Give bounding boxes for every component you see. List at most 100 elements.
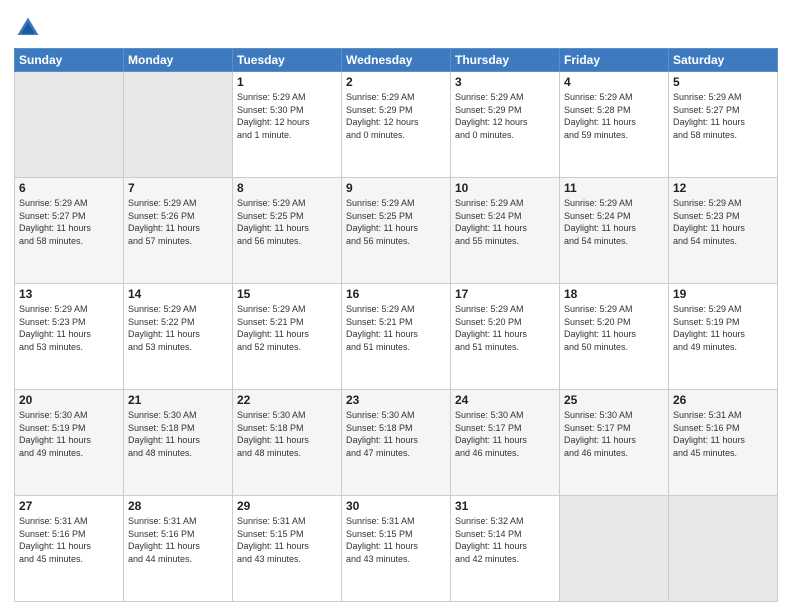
day-number: 30: [346, 499, 446, 513]
day-number: 1: [237, 75, 337, 89]
calendar-header-friday: Friday: [560, 49, 669, 72]
day-number: 25: [564, 393, 664, 407]
day-info: Sunrise: 5:30 AM Sunset: 5:17 PM Dayligh…: [455, 409, 555, 459]
day-info: Sunrise: 5:30 AM Sunset: 5:18 PM Dayligh…: [237, 409, 337, 459]
calendar-cell: 10 Sunrise: 5:29 AM Sunset: 5:24 PM Dayli…: [451, 178, 560, 284]
calendar-week-4: 20Sunrise: 5:30 AM Sunset: 5:19 PM Dayli…: [15, 390, 778, 496]
calendar-week-5: 27 Sunrise: 5:31 AM Sunset: 5:16 PM Dayli…: [15, 496, 778, 602]
day-info: Sunrise: 5:31 AM Sunset: 5:16 PM Dayligh…: [128, 515, 228, 565]
calendar-cell: 1 Sunrise: 5:29 AM Sunset: 5:30 PM Daylig…: [233, 72, 342, 178]
calendar-cell: 12 Sunrise: 5:29 AM Sunset: 5:23 PM Dayli…: [669, 178, 778, 284]
day-info: Sunrise: 5:29 AM Sunset: 5:25 PM Dayligh…: [346, 197, 446, 247]
day-number: 7: [128, 181, 228, 195]
calendar-cell: 16 Sunrise: 5:29 AM Sunset: 5:21 PM Dayli…: [342, 284, 451, 390]
calendar-cell: 25 Sunrise: 5:30 AM Sunset: 5:17 PM Dayli…: [560, 390, 669, 496]
day-info: Sunrise: 5:29 AM Sunset: 5:24 PM Dayligh…: [455, 197, 555, 247]
calendar-cell: 26 Sunrise: 5:31 AM Sunset: 5:16 PM Dayli…: [669, 390, 778, 496]
day-info: Sunrise: 5:29 AM Sunset: 5:27 PM Dayligh…: [19, 197, 119, 247]
day-info: Sunrise: 5:29 AM Sunset: 5:30 PM Dayligh…: [237, 91, 337, 141]
day-number: 9: [346, 181, 446, 195]
day-number: 4: [564, 75, 664, 89]
calendar-cell: 7Sunrise: 5:29 AM Sunset: 5:26 PM Daylig…: [124, 178, 233, 284]
logo: [14, 14, 46, 42]
day-info: Sunrise: 5:29 AM Sunset: 5:21 PM Dayligh…: [237, 303, 337, 353]
day-info: Sunrise: 5:29 AM Sunset: 5:20 PM Dayligh…: [564, 303, 664, 353]
day-number: 16: [346, 287, 446, 301]
day-number: 19: [673, 287, 773, 301]
day-number: 26: [673, 393, 773, 407]
calendar-cell: 31 Sunrise: 5:32 AM Sunset: 5:14 PM Dayli…: [451, 496, 560, 602]
day-info: Sunrise: 5:29 AM Sunset: 5:19 PM Dayligh…: [673, 303, 773, 353]
calendar-cell: 6 Sunrise: 5:29 AM Sunset: 5:27 PM Daylig…: [15, 178, 124, 284]
calendar-cell: 20Sunrise: 5:30 AM Sunset: 5:19 PM Dayli…: [15, 390, 124, 496]
day-number: 22: [237, 393, 337, 407]
day-number: 24: [455, 393, 555, 407]
page: SundayMondayTuesdayWednesdayThursdayFrid…: [0, 0, 792, 612]
day-number: 3: [455, 75, 555, 89]
calendar-cell: 13 Sunrise: 5:29 AM Sunset: 5:23 PM Dayli…: [15, 284, 124, 390]
day-number: 23: [346, 393, 446, 407]
calendar-cell: 5Sunrise: 5:29 AM Sunset: 5:27 PM Daylig…: [669, 72, 778, 178]
day-number: 15: [237, 287, 337, 301]
day-info: Sunrise: 5:32 AM Sunset: 5:14 PM Dayligh…: [455, 515, 555, 565]
day-number: 27: [19, 499, 119, 513]
day-number: 8: [237, 181, 337, 195]
calendar-cell: [124, 72, 233, 178]
calendar-cell: 23 Sunrise: 5:30 AM Sunset: 5:18 PM Dayli…: [342, 390, 451, 496]
calendar-cell: 30 Sunrise: 5:31 AM Sunset: 5:15 PM Dayli…: [342, 496, 451, 602]
day-number: 29: [237, 499, 337, 513]
calendar-week-1: 1 Sunrise: 5:29 AM Sunset: 5:30 PM Daylig…: [15, 72, 778, 178]
day-info: Sunrise: 5:31 AM Sunset: 5:15 PM Dayligh…: [237, 515, 337, 565]
calendar-cell: 15 Sunrise: 5:29 AM Sunset: 5:21 PM Dayli…: [233, 284, 342, 390]
calendar-cell: [560, 496, 669, 602]
day-info: Sunrise: 5:31 AM Sunset: 5:15 PM Dayligh…: [346, 515, 446, 565]
calendar-cell: 9 Sunrise: 5:29 AM Sunset: 5:25 PM Daylig…: [342, 178, 451, 284]
day-number: 31: [455, 499, 555, 513]
calendar-cell: 11 Sunrise: 5:29 AM Sunset: 5:24 PM Dayli…: [560, 178, 669, 284]
calendar-header-tuesday: Tuesday: [233, 49, 342, 72]
calendar-cell: 21Sunrise: 5:30 AM Sunset: 5:18 PM Dayli…: [124, 390, 233, 496]
calendar-header-row: SundayMondayTuesdayWednesdayThursdayFrid…: [15, 49, 778, 72]
day-info: Sunrise: 5:30 AM Sunset: 5:17 PM Dayligh…: [564, 409, 664, 459]
calendar-header-thursday: Thursday: [451, 49, 560, 72]
day-info: Sunrise: 5:29 AM Sunset: 5:24 PM Dayligh…: [564, 197, 664, 247]
day-info: Sunrise: 5:29 AM Sunset: 5:21 PM Dayligh…: [346, 303, 446, 353]
day-number: 6: [19, 181, 119, 195]
day-number: 12: [673, 181, 773, 195]
day-info: Sunrise: 5:29 AM Sunset: 5:23 PM Dayligh…: [673, 197, 773, 247]
calendar-cell: 24 Sunrise: 5:30 AM Sunset: 5:17 PM Dayli…: [451, 390, 560, 496]
day-number: 10: [455, 181, 555, 195]
calendar-cell: 4Sunrise: 5:29 AM Sunset: 5:28 PM Daylig…: [560, 72, 669, 178]
day-number: 17: [455, 287, 555, 301]
day-number: 14: [128, 287, 228, 301]
day-info: Sunrise: 5:30 AM Sunset: 5:18 PM Dayligh…: [346, 409, 446, 459]
calendar-cell: 27 Sunrise: 5:31 AM Sunset: 5:16 PM Dayli…: [15, 496, 124, 602]
day-info: Sunrise: 5:29 AM Sunset: 5:22 PM Dayligh…: [128, 303, 228, 353]
calendar-week-3: 13 Sunrise: 5:29 AM Sunset: 5:23 PM Dayli…: [15, 284, 778, 390]
calendar-header-monday: Monday: [124, 49, 233, 72]
day-info: Sunrise: 5:30 AM Sunset: 5:19 PM Dayligh…: [19, 409, 119, 459]
day-number: 13: [19, 287, 119, 301]
day-info: Sunrise: 5:29 AM Sunset: 5:29 PM Dayligh…: [455, 91, 555, 141]
day-number: 2: [346, 75, 446, 89]
day-number: 18: [564, 287, 664, 301]
logo-icon: [14, 14, 42, 42]
calendar-cell: 18 Sunrise: 5:29 AM Sunset: 5:20 PM Dayli…: [560, 284, 669, 390]
calendar-cell: 2Sunrise: 5:29 AM Sunset: 5:29 PM Daylig…: [342, 72, 451, 178]
calendar-cell: 17 Sunrise: 5:29 AM Sunset: 5:20 PM Dayli…: [451, 284, 560, 390]
calendar-header-wednesday: Wednesday: [342, 49, 451, 72]
day-info: Sunrise: 5:29 AM Sunset: 5:23 PM Dayligh…: [19, 303, 119, 353]
calendar-cell: 29 Sunrise: 5:31 AM Sunset: 5:15 PM Dayli…: [233, 496, 342, 602]
calendar-week-2: 6 Sunrise: 5:29 AM Sunset: 5:27 PM Daylig…: [15, 178, 778, 284]
day-number: 5: [673, 75, 773, 89]
day-number: 11: [564, 181, 664, 195]
day-info: Sunrise: 5:31 AM Sunset: 5:16 PM Dayligh…: [673, 409, 773, 459]
calendar-cell: 28 Sunrise: 5:31 AM Sunset: 5:16 PM Dayli…: [124, 496, 233, 602]
day-number: 28: [128, 499, 228, 513]
calendar-cell: 22 Sunrise: 5:30 AM Sunset: 5:18 PM Dayli…: [233, 390, 342, 496]
day-info: Sunrise: 5:29 AM Sunset: 5:20 PM Dayligh…: [455, 303, 555, 353]
calendar-cell: 14 Sunrise: 5:29 AM Sunset: 5:22 PM Dayli…: [124, 284, 233, 390]
calendar-cell: [15, 72, 124, 178]
day-info: Sunrise: 5:30 AM Sunset: 5:18 PM Dayligh…: [128, 409, 228, 459]
day-info: Sunrise: 5:31 AM Sunset: 5:16 PM Dayligh…: [19, 515, 119, 565]
